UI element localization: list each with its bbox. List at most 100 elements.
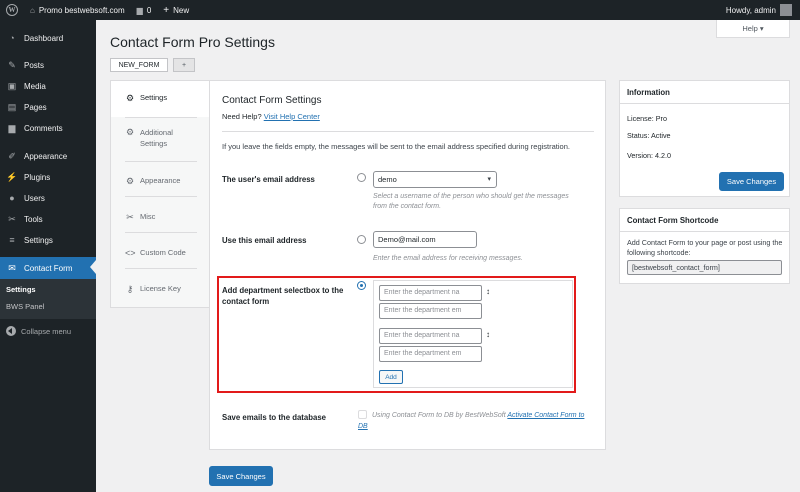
save-changes-button[interactable]: Save Changes: [209, 466, 273, 486]
selected-user: demo: [378, 175, 397, 184]
license-text: License: Pro: [627, 114, 667, 123]
user-email-description: Select a username of the person who shou…: [373, 193, 569, 210]
shortcode-box: Contact Form Shortcode Add Contact Form …: [619, 208, 790, 284]
tab-label: License Key: [140, 284, 181, 293]
sliders-icon: ≡: [9, 235, 15, 245]
information-box: Information License: Pro Status: Active …: [619, 80, 790, 197]
code-icon: <>: [125, 248, 136, 258]
sidebar-item-settings[interactable]: ≡ Settings: [0, 230, 96, 250]
wordpress-logo-icon: W: [6, 4, 18, 16]
comments-link[interactable]: ▆ 0: [131, 0, 158, 20]
status-text: Status: Active: [627, 131, 671, 140]
intro-text: If you leave the fields empty, the messa…: [222, 142, 570, 151]
sidebar-item-plugins[interactable]: ⚡ Plugins: [0, 167, 96, 187]
tab-custom-code[interactable]: <> Custom Code: [111, 248, 210, 258]
tab-appearance[interactable]: ⚙ Appearance: [111, 176, 210, 187]
help-tab-button[interactable]: Help ▾: [716, 20, 790, 38]
sidebar-item-label: Appearance: [24, 151, 68, 161]
new-content-link[interactable]: + New: [157, 0, 195, 20]
shortcode-field[interactable]: [bestwebsoft_contact_form]: [627, 260, 782, 275]
tab-misc[interactable]: ✂ Misc: [111, 212, 210, 223]
sidebar-item-appearance[interactable]: ✐ Appearance: [0, 146, 96, 166]
sidebar-item-comments[interactable]: ▆ Comments: [0, 118, 96, 138]
chevron-down-icon: ▾: [487, 176, 491, 183]
new-label: New: [173, 5, 190, 15]
tab-label: Appearance: [140, 176, 181, 185]
settings-vertical-tabs: ⚙ Settings ⚙ Additional Settings ⚙ Appea…: [110, 80, 211, 308]
sidebar-item-posts[interactable]: ✎ Posts: [0, 55, 96, 75]
sidebar-item-media[interactable]: ▣ Media: [0, 76, 96, 96]
tab-settings[interactable]: ⚙ Settings: [111, 81, 211, 117]
submenu-item-settings[interactable]: Settings: [6, 285, 36, 294]
plus-icon: +: [163, 4, 170, 16]
save-db-description: Using Contact Form to DB by BestWebSoft …: [358, 410, 594, 432]
custom-email-radio[interactable]: [357, 235, 366, 244]
page-title: Contact Form Pro Settings: [110, 34, 275, 50]
sidebar-item-users[interactable]: ● Users: [0, 188, 96, 208]
custom-email-description: Enter the email address for receiving me…: [373, 255, 523, 262]
sidebar-item-label: Dashboard: [24, 33, 64, 43]
add-department-button[interactable]: Add: [379, 370, 403, 384]
site-name: Promo bestwebsoft.com: [38, 5, 125, 15]
admin-sidebar: ◔ Dashboard ✎ Posts ▣ Media ▤ Pages ▆ Co…: [0, 20, 96, 492]
panel-title: Contact Form Settings: [222, 95, 322, 106]
gear-icon: ⚙: [125, 127, 135, 137]
sidebar-item-tools[interactable]: ✂ Tools: [0, 209, 96, 229]
plug-icon: ⚡: [6, 171, 18, 182]
info-save-changes-button[interactable]: Save Changes: [719, 172, 784, 191]
tab-divider: [125, 161, 197, 162]
sidebar-item-label: Tools: [24, 214, 43, 224]
comments-count: 0: [146, 5, 152, 15]
key-icon: ⚷: [126, 284, 134, 294]
help-center-link[interactable]: Visit Help Center: [264, 112, 320, 121]
add-form-tab-button[interactable]: +: [173, 58, 195, 72]
tab-divider: [125, 268, 197, 269]
wordpress-logo-button[interactable]: W: [0, 0, 24, 20]
tab-label: Custom Code: [140, 248, 186, 257]
help-line: Need Help? Visit Help Center: [222, 112, 320, 121]
sidebar-item-dashboard[interactable]: ◔ Dashboard: [0, 28, 96, 48]
sidebar-item-pages[interactable]: ▤ Pages: [0, 97, 96, 117]
tab-divider: [125, 232, 197, 233]
department-radio[interactable]: [357, 281, 366, 290]
home-icon: ⌂: [30, 5, 35, 15]
sidebar-item-contact-form[interactable]: ✉ Contact Form: [0, 257, 96, 279]
user-email-radio[interactable]: [357, 173, 366, 182]
tab-divider: [125, 196, 197, 197]
tab-label: Settings: [140, 93, 168, 102]
account-menu[interactable]: Howdy, admin: [720, 0, 800, 20]
site-name-link[interactable]: ⌂ Promo bestwebsoft.com: [24, 0, 131, 20]
gear-icon: ⚙: [125, 176, 135, 186]
department-email-input[interactable]: Enter the department em: [379, 346, 482, 362]
custom-email-input[interactable]: Demo@mail.com: [373, 231, 477, 248]
tab-new-form[interactable]: NEW_FORM: [110, 58, 168, 72]
wrench-icon: ✂: [126, 212, 134, 222]
department-name-input[interactable]: Enter the department na: [379, 285, 482, 301]
pin-icon: ✎: [8, 59, 16, 70]
greeting-text: Howdy, admin: [725, 5, 776, 15]
avatar: [780, 4, 792, 16]
department-email-input[interactable]: Enter the department em: [379, 303, 482, 319]
active-menu-arrow: [90, 260, 96, 274]
department-name-input[interactable]: Enter the department na: [379, 328, 482, 344]
submenu-item-bws-panel[interactable]: BWS Panel: [6, 302, 44, 311]
tab-license-key[interactable]: ⚷ License Key: [111, 284, 210, 295]
drag-handle-icon[interactable]: ↕: [486, 287, 490, 296]
tab-additional-settings[interactable]: ⚙ Additional Settings: [111, 127, 210, 149]
information-title: Information: [627, 88, 670, 97]
save-db-label: Save emails to the database: [222, 413, 327, 422]
user-select-dropdown[interactable]: demo ▾: [373, 171, 497, 188]
department-list: Enter the department na ↕ Enter the depa…: [373, 280, 573, 388]
collapse-menu-button[interactable]: Collapse menu: [6, 326, 71, 336]
brush-icon: ✐: [8, 150, 16, 161]
collapse-arrow-icon: [6, 326, 16, 336]
drag-handle-icon[interactable]: ↕: [486, 330, 490, 339]
department-label: Add department selectbox to the contact …: [222, 286, 344, 306]
collapse-label: Collapse menu: [21, 326, 72, 336]
comment-icon: ▆: [8, 122, 16, 133]
help-label: Help ▾: [742, 24, 764, 33]
sidebar-item-label: Users: [24, 193, 45, 203]
contact-form-submenu: Settings BWS Panel: [0, 279, 96, 319]
save-db-checkbox[interactable]: [358, 410, 367, 419]
page-icon: ▤: [7, 101, 17, 112]
